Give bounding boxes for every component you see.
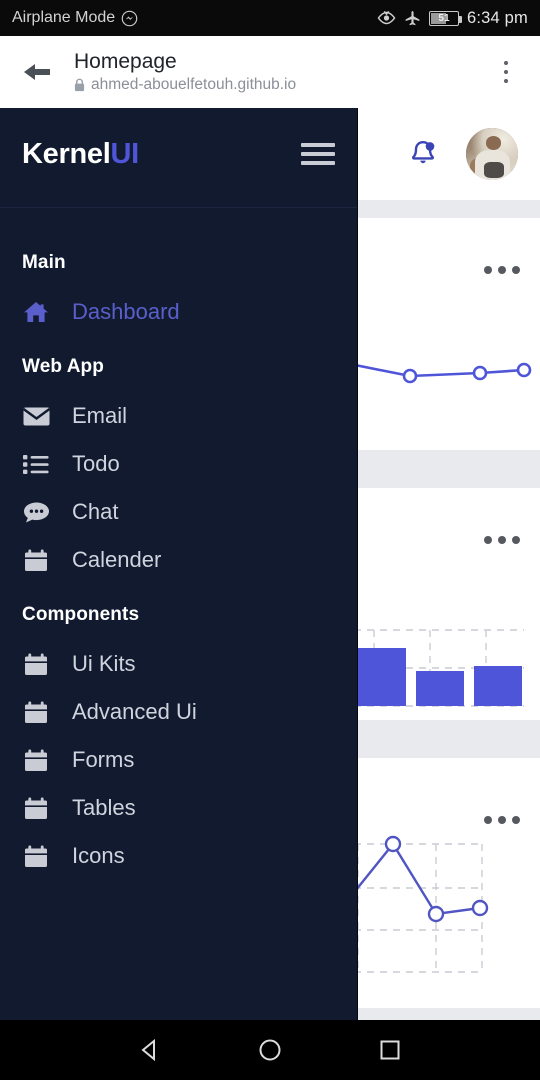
- sidebar-item-icons[interactable]: Icons: [0, 832, 357, 880]
- sidebar-item-label: Email: [72, 403, 128, 428]
- phone-screen: Airplane Mode 51 6:34 pm Homepage ahmed-…: [0, 0, 540, 1080]
- logo-accent-text: UI: [110, 137, 139, 170]
- browser-menu-button[interactable]: [486, 49, 526, 95]
- recents-square-icon: [380, 1040, 400, 1060]
- sidebar-item-label: Advanced Ui: [72, 699, 197, 724]
- sidebar-item-label: Forms: [72, 747, 135, 772]
- notifications-button[interactable]: [404, 135, 442, 173]
- eye-icon: [377, 11, 396, 25]
- sidebar-item-advanced-ui[interactable]: Advanced Ui: [0, 688, 357, 736]
- sidebar-section-components: Components: [22, 604, 140, 625]
- app-logo[interactable]: KernelUI: [22, 137, 139, 170]
- calendar-icon: [22, 549, 50, 572]
- back-arrow-icon: [24, 64, 50, 80]
- logo-primary-text: Kernel: [22, 137, 111, 170]
- sidebar-item-label: Dashboard: [72, 299, 180, 324]
- battery-icon: 51: [428, 10, 463, 26]
- list-icon: [22, 454, 50, 475]
- calendar-icon: [22, 845, 50, 868]
- android-home-button[interactable]: [247, 1027, 293, 1073]
- status-bar-left: Airplane Mode: [12, 9, 138, 27]
- airplane-mode-label: Airplane Mode: [12, 9, 116, 26]
- lock-icon: [74, 78, 85, 92]
- sidebar-item-calender[interactable]: Calender: [0, 536, 357, 584]
- bell-icon: [411, 141, 435, 164]
- card-options-icon[interactable]: [484, 816, 520, 824]
- envelope-icon: [22, 406, 50, 427]
- sidebar-nav: Main Dashboard Web App Email Todo Chat C…: [0, 208, 357, 880]
- sidebar-section-webapp: Web App: [22, 356, 104, 377]
- sidebar-item-dashboard[interactable]: Dashboard: [0, 288, 357, 336]
- card-options-icon[interactable]: [484, 266, 520, 274]
- browser-back-button[interactable]: [14, 49, 60, 95]
- sidebar-item-label: Calender: [72, 547, 162, 572]
- android-status-bar: Airplane Mode 51 6:34 pm: [0, 0, 540, 36]
- url-row: ahmed-abouelfetouh.github.io: [74, 76, 486, 94]
- web-page: KernelUI Main Dashboard Web App Email To…: [0, 108, 540, 1020]
- android-back-button[interactable]: [127, 1027, 173, 1073]
- page-title: Homepage: [74, 49, 177, 73]
- sidebar-item-chat[interactable]: Chat: [0, 488, 357, 536]
- sidebar-item-label: Chat: [72, 499, 119, 524]
- calendar-icon: [22, 749, 50, 772]
- sidebar-item-email[interactable]: Email: [0, 392, 357, 440]
- calendar-icon: [22, 653, 50, 676]
- status-bar-right: 51 6:34 pm: [377, 9, 528, 28]
- hamburger-menu-icon[interactable]: [301, 143, 335, 165]
- android-nav-bar: [0, 1020, 540, 1080]
- browser-address-area[interactable]: Homepage ahmed-abouelfetouh.github.io: [74, 50, 486, 95]
- sidebar-item-label: Ui Kits: [72, 651, 136, 676]
- sidebar-item-label: Icons: [72, 843, 125, 868]
- airplane-icon: [405, 10, 420, 25]
- calendar-icon: [22, 701, 50, 724]
- card-options-icon[interactable]: [484, 536, 520, 544]
- android-recents-button[interactable]: [367, 1027, 413, 1073]
- sidebar-item-tables[interactable]: Tables: [0, 784, 357, 832]
- home-icon: [22, 300, 50, 324]
- messenger-icon: [121, 10, 138, 26]
- url-text: ahmed-abouelfetouh.github.io: [91, 76, 297, 94]
- calendar-icon: [22, 797, 50, 820]
- drawer-header: KernelUI: [0, 108, 357, 200]
- home-circle-icon: [259, 1039, 281, 1061]
- status-bar-clock: 6:34 pm: [466, 8, 528, 27]
- user-avatar[interactable]: [466, 128, 518, 180]
- chat-bubble-icon: [22, 501, 50, 524]
- back-triangle-icon: [141, 1038, 155, 1062]
- sidebar-item-label: Tables: [72, 795, 136, 820]
- sidebar-section-main: Main: [22, 252, 66, 273]
- sidebar-item-label: Todo: [72, 451, 120, 476]
- sidebar-item-forms[interactable]: Forms: [0, 736, 357, 784]
- sidebar-drawer: KernelUI Main Dashboard Web App Email To…: [0, 108, 358, 1020]
- browser-toolbar: Homepage ahmed-abouelfetouh.github.io: [0, 36, 540, 108]
- sidebar-item-ui-kits[interactable]: Ui Kits: [0, 640, 357, 688]
- notification-badge-dot: [425, 142, 435, 151]
- sidebar-item-todo[interactable]: Todo: [0, 440, 357, 488]
